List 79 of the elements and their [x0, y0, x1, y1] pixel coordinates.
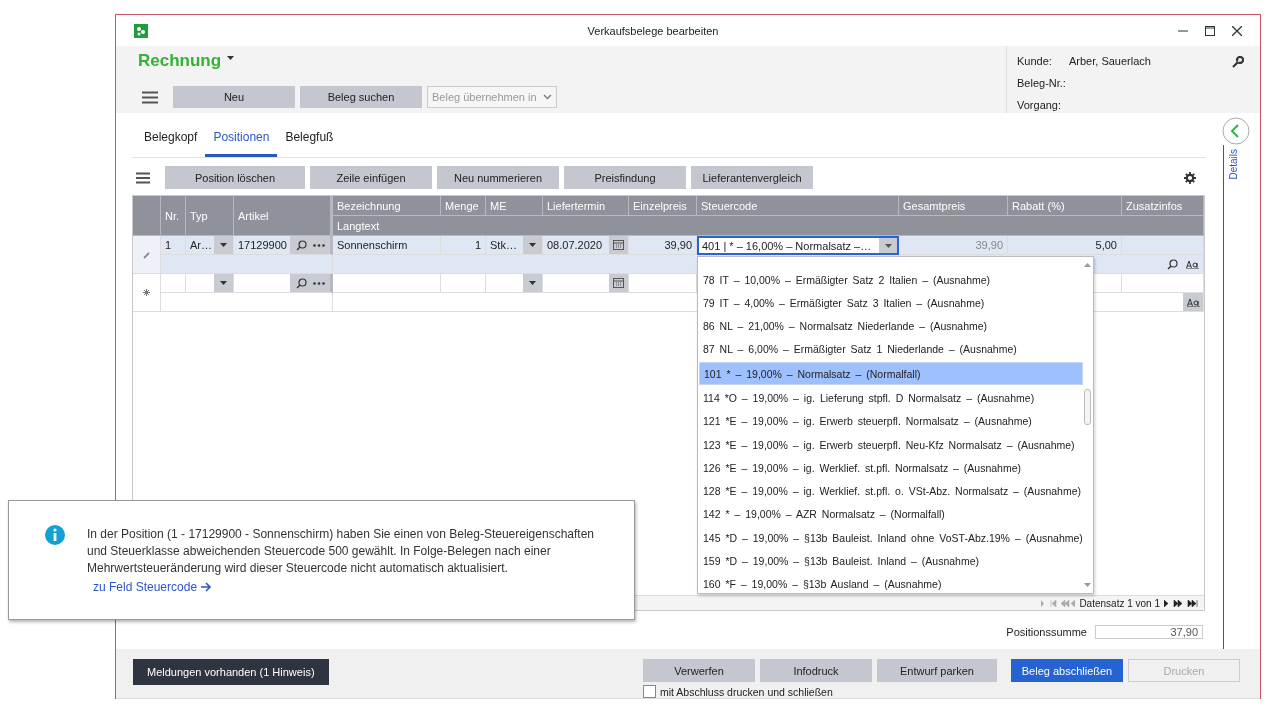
- scrollbar-thumb[interactable]: [1084, 389, 1092, 425]
- messages-button[interactable]: Meldungen vorhanden (1 Hinweis): [133, 659, 329, 685]
- tax-code-option[interactable]: 121 *E – 19,00% – ig. Erwerb steuerpfl. Normalsatz – (Ausnahme): [699, 410, 1083, 432]
- tax-code-option[interactable]: 86 NL – 21,00% – Normalsatz Niederlande – (Ausnahme): [699, 315, 1083, 337]
- calendar-icon[interactable]: [613, 278, 624, 288]
- tab[interactable]: Belegfuß: [277, 119, 342, 157]
- close-icon[interactable]: [1232, 25, 1242, 36]
- text-format-icon[interactable]: [1186, 297, 1200, 307]
- footer-button[interactable]: Entwurf parken: [877, 659, 997, 682]
- last-page-icon[interactable]: [1164, 599, 1200, 607]
- grid-toolbar-button[interactable]: Position löschen: [165, 166, 305, 189]
- position-sum-field: 37,90: [1095, 625, 1203, 639]
- table-cell-text: 17129900: [238, 239, 288, 251]
- table-cell: 1: [441, 236, 486, 255]
- toolbar-button[interactable]: Neu: [173, 86, 295, 108]
- caret-icon[interactable]: [227, 56, 235, 60]
- more-icon[interactable]: [312, 243, 325, 247]
- caret-icon[interactable]: [220, 281, 227, 285]
- tax-code-option[interactable]: 87 NL – 6,00% – Ermäßigter Satz 1 Niederlande – (Ausnahme): [699, 338, 1083, 360]
- caret-icon[interactable]: [529, 281, 536, 285]
- menu-icon[interactable]: [136, 171, 150, 184]
- table-cell: 5,00: [1008, 236, 1122, 255]
- caret-icon[interactable]: [220, 243, 227, 247]
- window-title: Verkaufsbelege bearbeiten: [586, 24, 720, 37]
- tax-code-option[interactable]: 160 *F – 19,00% – §13b Ausland – (Ausnahme): [699, 573, 1083, 595]
- tax-code-option[interactable]: 123 *E – 19,00% – ig. Erwerb steuerpfl. Neu-Kfz Normalsatz – (Ausnahme): [699, 434, 1083, 456]
- info-label: Beleg-Nr.:: [1017, 77, 1067, 89]
- tax-code-option[interactable]: 159 *D – 19,00% – §13b Bauleist. Inland – (Ausnahme): [699, 550, 1083, 572]
- tax-code-dropdown[interactable]: 401 | * – 16,00% – Normalsatz –…: [697, 236, 899, 255]
- table-cell: 1: [161, 236, 186, 255]
- info-label: Kunde:: [1017, 55, 1053, 67]
- new-row-icon: [143, 289, 150, 296]
- tax-code-option[interactable]: 79 IT – 4,00% – Ermäßigter Satz 3 Italien – (Ausnahme): [699, 292, 1083, 314]
- tax-code-option[interactable]: 128 *E – 19,00% – ig. Werklief. st.pfl. o. VSt-Abz. Normalsatz – (Ausnahme): [699, 480, 1083, 502]
- footer-button[interactable]: Beleg abschließen: [1011, 659, 1123, 682]
- table-cell-text: Ar…: [190, 239, 213, 251]
- settings-icon[interactable]: [1184, 171, 1196, 184]
- position-sum-label: Positionssumme: [1006, 626, 1087, 638]
- tax-code-option[interactable]: 126 *E – 19,00% – ig. Werklief. st.pfl. Normalsatz – (Ausnahme): [699, 457, 1083, 479]
- tab[interactable]: Positionen: [205, 119, 278, 157]
- info-icon: [45, 525, 65, 545]
- record-counter: Datensatz 1 von 1: [1079, 597, 1160, 609]
- details-tab[interactable]: Details: [1228, 149, 1239, 180]
- calendar-icon[interactable]: [613, 240, 624, 250]
- footer-button[interactable]: Infodruck: [760, 659, 872, 682]
- tab[interactable]: Belegkopf: [136, 119, 206, 157]
- toolbar-button[interactable]: Beleg suchen: [300, 86, 422, 108]
- pencil-icon: [142, 250, 151, 259]
- search-icon[interactable]: [1167, 258, 1178, 270]
- tax-code-option[interactable]: 101 * – 19,00% – Normalsatz – (Normalfall): [699, 362, 1083, 386]
- checkbox[interactable]: [643, 685, 656, 698]
- grid-toolbar-button[interactable]: Zeile einfügen: [310, 166, 432, 189]
- footer-button[interactable]: Verwerfen: [643, 659, 755, 682]
- grid-toolbar-button[interactable]: Lieferantenvergleich: [691, 166, 813, 189]
- tax-code-option[interactable]: 114 *O – 19,00% – ig. Lieferung stpfl. D Normalsatz – (Ausnahme): [699, 387, 1083, 409]
- search-icon[interactable]: [295, 277, 307, 289]
- info-value: Arber, Sauerlach: [1069, 55, 1151, 67]
- grid-toolbar-button[interactable]: Neu nummerieren: [437, 166, 559, 189]
- more-icon[interactable]: [312, 281, 325, 285]
- maximize-icon[interactable]: [1205, 25, 1215, 36]
- checkbox-label: mit Abschluss drucken und schließen: [660, 685, 833, 698]
- table-cell: Sonnenschirm: [333, 236, 441, 255]
- scroll-down-icon[interactable]: [1084, 583, 1092, 587]
- caret-icon[interactable]: [529, 243, 536, 247]
- info-label: Vorgang:: [1017, 99, 1063, 111]
- text-format-icon[interactable]: [1186, 259, 1199, 269]
- notification-link[interactable]: zu Feld Steuercode: [93, 580, 213, 594]
- grid-toolbar-button[interactable]: Preisfindung: [564, 166, 686, 189]
- search-icon[interactable]: [295, 239, 307, 251]
- table-cell-text: 08.07.2020: [547, 239, 604, 251]
- table-cell: 39,90: [899, 236, 1008, 255]
- scroll-up-icon[interactable]: [1084, 263, 1092, 267]
- tax-code-option[interactable]: 145 *D – 19,00% – §13b Bauleist. Inland ohne VoST-Abz.19% – (Ausnahme): [699, 527, 1083, 549]
- table-cell-text: Stk…: [490, 239, 518, 251]
- notification-text: In der Position (1 - 17129900 - Sonnenschirm) haben Sie einen von Beleg-Steuereigenschaften und Steuerklasse abweichenden Steuercode 500 gewählt. In Folge-Belegen nach einer Mehrwertsteueränderung wird dieser Steuercode nicht automatisch aktualisiert.: [87, 526, 595, 577]
- tax-code-option[interactable]: 142 * – 19,00% – AZR Normalsatz – (Normalfall): [699, 503, 1083, 525]
- arrow-right-icon: [201, 582, 213, 592]
- menu-icon[interactable]: [142, 90, 158, 104]
- app-logo-icon: [134, 23, 148, 38]
